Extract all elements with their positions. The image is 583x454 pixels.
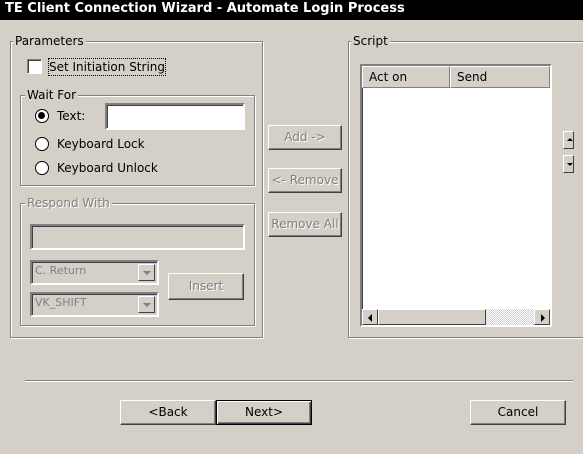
add-button[interactable]: Add -> (268, 125, 342, 150)
remove-all-button[interactable]: Remove All (268, 212, 342, 237)
keyboard-lock-radio[interactable] (35, 137, 49, 151)
title-bar: TE Client Connection Wizard - Automate L… (0, 0, 583, 20)
column-header-act-on[interactable]: Act on (362, 66, 450, 88)
modifier-combo[interactable]: VK_SHIFT (30, 292, 159, 317)
arrow-left-icon (368, 314, 372, 322)
keyboard-lock-label[interactable]: Keyboard Lock (57, 136, 145, 152)
respond-with-input[interactable] (30, 224, 245, 250)
wait-for-legend: Wait For (25, 88, 79, 102)
insert-button[interactable]: Insert (168, 273, 244, 300)
chevron-down-icon (143, 303, 151, 307)
move-down-button[interactable] (563, 155, 574, 173)
arrow-up-icon (567, 138, 573, 141)
remove-button-label: <- Remove (271, 173, 339, 187)
wait-for-text-label[interactable]: Text: (57, 108, 85, 124)
arrow-down-icon (567, 163, 573, 166)
footer-separator (25, 380, 573, 382)
set-initiation-string-label[interactable]: Set Initiation String (47, 58, 167, 76)
remove-all-button-label: Remove All (271, 217, 339, 231)
script-list[interactable]: Act on Send (360, 64, 552, 327)
keyboard-unlock-radio[interactable] (35, 161, 49, 175)
set-initiation-string-text: Set Initiation String (49, 60, 166, 74)
back-button[interactable]: <Back (120, 400, 216, 425)
cancel-button-label: Cancel (497, 405, 539, 419)
keyboard-unlock-label[interactable]: Keyboard Unlock (57, 160, 158, 176)
next-button[interactable]: Next> (216, 400, 312, 425)
scroll-right-button[interactable] (534, 309, 550, 325)
scroll-left-button[interactable] (362, 309, 378, 325)
modifier-combo-dropdown-icon[interactable] (138, 296, 155, 313)
move-up-button[interactable] (563, 131, 574, 149)
scroll-track[interactable] (486, 309, 534, 325)
respond-with-legend: Respond With (25, 196, 112, 210)
script-legend: Script (351, 34, 390, 48)
modifier-combo-value: VK_SHIFT (35, 296, 87, 309)
column-header-send[interactable]: Send (450, 66, 550, 88)
back-button-label: <Back (148, 405, 188, 419)
parameters-legend: Parameters (13, 34, 86, 48)
horizontal-scrollbar[interactable] (362, 309, 550, 325)
wait-for-text-input[interactable] (105, 103, 245, 130)
insert-button-label: Insert (188, 279, 224, 293)
remove-button[interactable]: <- Remove (268, 168, 342, 193)
wait-for-text-radio[interactable] (35, 109, 49, 123)
next-button-label: Next> (244, 405, 283, 419)
cancel-button[interactable]: Cancel (470, 400, 566, 425)
radio-dot (38, 112, 45, 119)
key-combo-dropdown-icon[interactable] (138, 264, 155, 281)
arrow-right-icon (541, 314, 545, 322)
scroll-thumb[interactable] (378, 309, 486, 325)
set-initiation-string-checkbox[interactable] (27, 59, 42, 74)
window-title: TE Client Connection Wizard - Automate L… (5, 1, 405, 16)
chevron-down-icon (143, 271, 151, 275)
add-button-label: Add -> (284, 130, 326, 144)
key-combo-value: C. Return (35, 264, 87, 277)
key-combo[interactable]: C. Return (30, 260, 159, 285)
